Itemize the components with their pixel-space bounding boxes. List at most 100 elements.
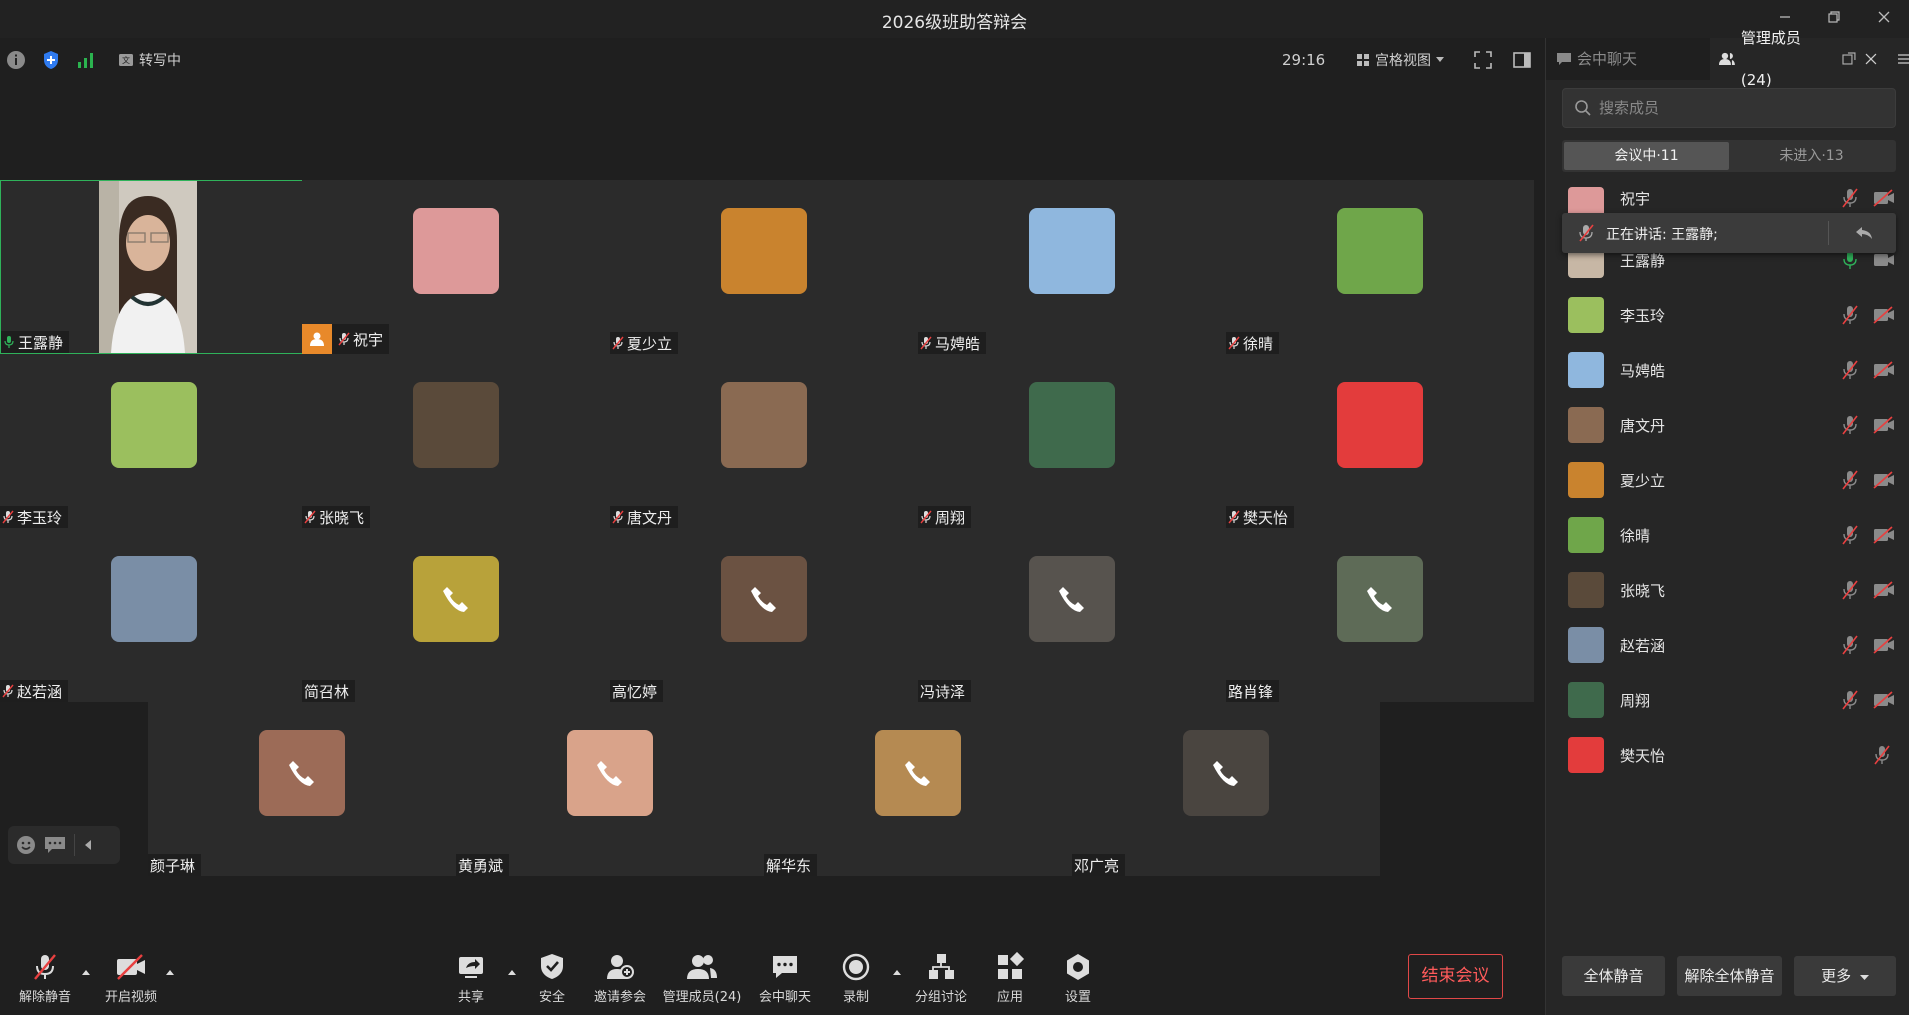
member-row[interactable]: 马娉皓	[1546, 341, 1909, 396]
record-button[interactable]: 录制	[816, 952, 896, 1005]
toggle-sidebar-icon[interactable]	[1512, 50, 1532, 70]
mic-muted-icon[interactable]	[1873, 745, 1891, 765]
mic-muted-icon[interactable]	[1841, 305, 1859, 325]
participant-tile[interactable]: 黄勇斌	[456, 702, 764, 876]
member-row[interactable]: 夏少立	[1546, 451, 1909, 506]
manage-members-button[interactable]: 管理成员(24)	[662, 952, 742, 1005]
participant-tile[interactable]: 高忆婷	[610, 528, 918, 702]
start-video-button[interactable]: 开启视频	[91, 952, 171, 1005]
mic-muted-icon[interactable]	[1841, 635, 1859, 655]
record-icon	[842, 953, 870, 981]
transcribe-status[interactable]: 文 转写中	[118, 50, 181, 70]
audio-options-caret-icon[interactable]	[81, 968, 91, 976]
view-mode-dropdown[interactable]: 宫格视图	[1356, 50, 1444, 70]
camera-off-icon[interactable]	[1873, 526, 1895, 544]
camera-off-icon[interactable]	[1873, 581, 1895, 599]
mute-all-button[interactable]: 全体静音	[1562, 956, 1665, 996]
tab-chat[interactable]: 会中聊天	[1556, 38, 1716, 80]
video-options-caret-icon[interactable]	[165, 968, 175, 976]
share-button[interactable]: 共享	[431, 952, 511, 1005]
participant-tile[interactable]: 李玉玲	[0, 354, 308, 528]
camera-off-icon[interactable]	[1873, 691, 1895, 709]
member-list: 祝宇 王露静 李玉玲 马娉皓 唐文丹 夏少立 徐晴 张晓飞 赵若涵 周翔 樊天怡	[1546, 185, 1909, 781]
tab-members[interactable]: 管理成员(24)	[1710, 29, 1909, 89]
menu-icon[interactable]	[1898, 53, 1909, 65]
participant-tile[interactable]: 唐文丹	[610, 354, 918, 528]
participant-tile[interactable]: 周翔	[918, 354, 1226, 528]
unmute-button[interactable]: 解除静音	[5, 952, 85, 1005]
mic-muted-icon[interactable]	[1841, 525, 1859, 545]
participant-tile[interactable]: 颜子琳	[148, 702, 456, 876]
participant-name: 颜子琳	[150, 856, 196, 875]
divider	[74, 834, 75, 856]
participant-tile[interactable]: 解华东	[764, 702, 1072, 876]
end-meeting-button[interactable]: 结束会议	[1408, 954, 1503, 999]
more-button[interactable]: 更多	[1794, 956, 1896, 996]
participant-tile[interactable]: 徐晴	[1226, 180, 1534, 354]
member-row[interactable]: 徐晴	[1546, 506, 1909, 561]
member-row[interactable]: 赵若涵	[1546, 616, 1909, 671]
popout-icon[interactable]	[1842, 52, 1856, 66]
member-row[interactable]: 唐文丹	[1546, 396, 1909, 451]
participant-tile[interactable]: 路肖锋	[1226, 528, 1534, 702]
fullscreen-icon[interactable]	[1473, 50, 1493, 70]
participant-tile[interactable]: 简召林	[302, 528, 610, 702]
search-input[interactable]	[1599, 89, 1889, 127]
reply-icon[interactable]	[1855, 226, 1873, 240]
mic-muted-icon[interactable]	[1841, 690, 1859, 710]
mic-muted-icon[interactable]	[1841, 360, 1859, 380]
info-icon[interactable]	[6, 50, 26, 70]
participant-nameplate: 路肖锋	[1226, 680, 1280, 702]
member-row[interactable]: 樊天怡	[1546, 726, 1909, 781]
participant-tile[interactable]: 樊天怡	[1226, 354, 1534, 528]
camera-off-icon[interactable]	[1873, 189, 1895, 207]
participant-name: 解华东	[766, 856, 812, 875]
camera-off-icon[interactable]	[1873, 361, 1895, 379]
member-name: 马娉皓	[1620, 362, 1666, 380]
close-icon	[1878, 11, 1890, 23]
members-icon	[1718, 52, 1735, 65]
member-row[interactable]: 李玉玲	[1546, 286, 1909, 341]
danmaku-icon[interactable]	[44, 836, 66, 854]
participant-tile[interactable]: 王露静	[0, 180, 308, 354]
participant-tile[interactable]: 张晓飞	[302, 354, 610, 528]
mic-muted-icon[interactable]	[1841, 580, 1859, 600]
participant-tile[interactable]: 马娉皓	[918, 180, 1226, 354]
camera-on-icon[interactable]	[1873, 251, 1895, 269]
participant-tile[interactable]: 祝宇	[302, 180, 610, 354]
signal-strength-icon[interactable]	[76, 50, 96, 70]
invite-button[interactable]: 邀请参会	[580, 952, 660, 1005]
settings-button[interactable]: 设置	[1038, 952, 1118, 1005]
participant-name: 李玉玲	[17, 508, 63, 527]
mic-muted-icon[interactable]	[1841, 470, 1859, 490]
camera-off-icon[interactable]	[1873, 416, 1895, 434]
breakout-button[interactable]: 分组讨论	[901, 952, 981, 1005]
mic-muted-icon[interactable]	[1841, 415, 1859, 435]
member-row[interactable]: 周翔	[1546, 671, 1909, 726]
participant-tile[interactable]: 冯诗泽	[918, 528, 1226, 702]
emoji-icon[interactable]	[16, 835, 36, 855]
phone-call-icon	[443, 587, 468, 612]
camera-off-icon[interactable]	[1873, 636, 1895, 654]
mic-muted-icon[interactable]	[1841, 188, 1859, 208]
tab-in-meeting[interactable]: 会议中·11	[1564, 142, 1729, 170]
member-row[interactable]: 张晓飞	[1546, 561, 1909, 616]
collapse-left-icon[interactable]	[83, 839, 93, 851]
share-screen-icon	[459, 957, 483, 978]
camera-off-icon[interactable]	[1873, 471, 1895, 489]
camera-off-icon[interactable]	[1873, 306, 1895, 324]
participant-avatar	[111, 382, 197, 468]
mic-on-icon[interactable]	[1841, 250, 1859, 270]
participant-name: 夏少立	[627, 334, 673, 353]
participant-tile[interactable]: 邓广亮	[1072, 702, 1380, 876]
participant-name: 樊天怡	[1243, 508, 1289, 527]
unmute-all-button[interactable]: 解除全体静音	[1677, 956, 1782, 996]
tab-not-joined[interactable]: 未进入·13	[1729, 142, 1894, 170]
participant-tile[interactable]: 赵若涵	[0, 528, 308, 702]
close-icon[interactable]	[1865, 53, 1877, 65]
participant-tile[interactable]: 夏少立	[610, 180, 918, 354]
close-button[interactable]	[1867, 4, 1901, 34]
security-shield-icon[interactable]	[41, 50, 61, 70]
chat-button[interactable]: 会中聊天	[745, 952, 825, 1005]
chat-bubble-icon	[1557, 53, 1571, 65]
